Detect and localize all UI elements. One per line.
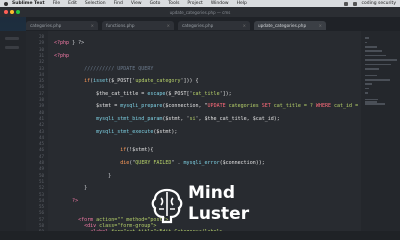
file-tab[interactable]: categories.php ×	[178, 21, 250, 30]
close-tab-icon[interactable]: ×	[319, 23, 322, 28]
file-tab[interactable]: functions.php ×	[102, 21, 174, 30]
window-title: update_categories.php — cms	[169, 9, 231, 15]
menu-item[interactable]: Tools	[168, 1, 179, 6]
file-tab[interactable]: update_categories.php ×	[254, 21, 326, 30]
minimap-line	[365, 87, 369, 90]
minimap-line	[365, 59, 397, 61]
minimap-line	[365, 92, 368, 94]
menu-item[interactable]: Window	[211, 1, 229, 6]
wifi-icon[interactable]	[343, 1, 348, 6]
maximize-window-icon[interactable]	[16, 10, 20, 14]
minimap-line	[365, 46, 377, 48]
logo-text-line1: Mind	[188, 183, 236, 203]
sidebar-item[interactable]	[5, 37, 19, 40]
close-tab-icon[interactable]: ×	[167, 23, 170, 28]
minimap-line	[365, 103, 385, 105]
menu-item[interactable]: Goto	[150, 1, 161, 6]
minimap[interactable]	[361, 31, 400, 231]
menu-item[interactable]: File	[53, 1, 61, 6]
menubar-user[interactable]: coding security	[362, 1, 396, 6]
file-tab[interactable]: categories.php ×	[26, 21, 98, 30]
minimap-line	[365, 79, 390, 81]
menu-item[interactable]: Edit	[68, 1, 77, 6]
menu-item[interactable]: View	[131, 1, 142, 6]
minimap-line	[365, 50, 382, 52]
minimap-line	[365, 63, 392, 66]
menu-item[interactable]: Sublime Text	[12, 1, 45, 6]
minimize-window-icon[interactable]	[10, 10, 14, 14]
brain-icon	[151, 188, 183, 224]
tab-bar: categories.php × functions.php × categories.…	[26, 17, 400, 31]
sidebar-item[interactable]	[5, 46, 19, 49]
tab-label: categories.php	[30, 23, 62, 28]
apple-icon[interactable]	[4, 1, 8, 6]
menu-bar: Sublime Text File Edit Selection Find View Got…	[0, 0, 400, 7]
logo-text-line2: Luster	[188, 204, 250, 224]
tab-label: functions.php	[106, 23, 135, 28]
minimap-line	[365, 41, 367, 44]
close-window-icon[interactable]	[4, 10, 8, 14]
screen: Sublime Text File Edit Selection Find View Got…	[0, 0, 400, 240]
menu-item[interactable]: Project	[187, 1, 202, 6]
mindluster-logo: Mind Luster	[150, 183, 260, 229]
menu-item[interactable]: Selection	[85, 1, 106, 6]
sidebar	[0, 31, 26, 231]
close-tab-icon[interactable]: ×	[243, 23, 246, 28]
menu-item[interactable]: Find	[114, 1, 123, 6]
minimap-line	[365, 83, 372, 85]
minimap-line	[365, 68, 380, 70]
menu-item[interactable]: Help	[237, 1, 247, 6]
tab-label: categories.php	[182, 23, 214, 28]
tab-label: update_categories.php	[258, 23, 307, 28]
status-bar	[0, 231, 400, 240]
minimap-line	[365, 54, 386, 57]
minimap-line	[365, 37, 369, 39]
minimap-line	[365, 74, 377, 77]
window-titlebar: update_categories.php — cms	[0, 7, 400, 17]
close-tab-icon[interactable]: ×	[91, 23, 94, 28]
battery-icon[interactable]	[352, 1, 357, 6]
